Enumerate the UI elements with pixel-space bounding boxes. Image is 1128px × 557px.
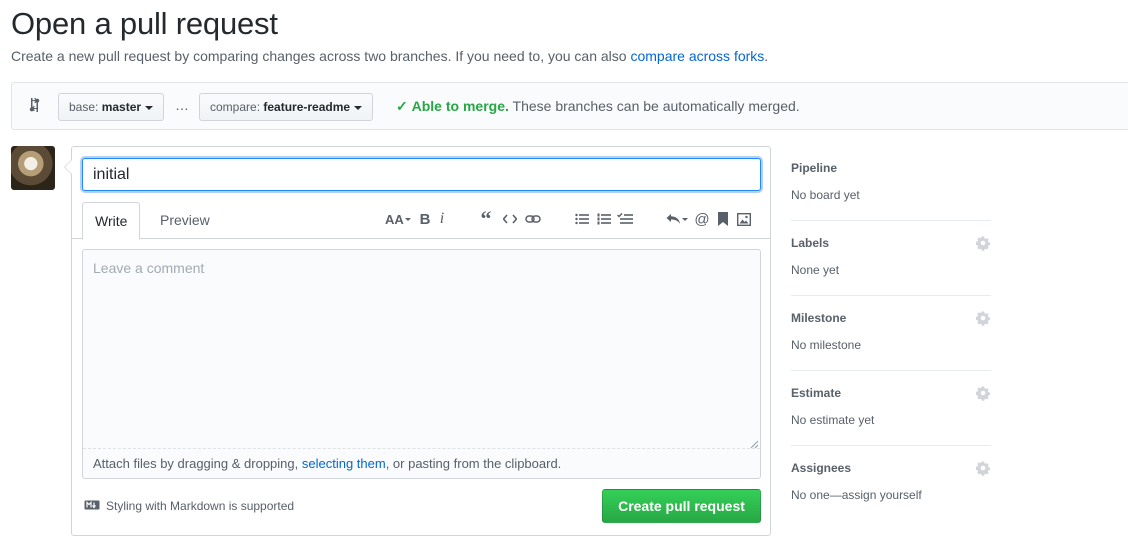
sidebar-value: None yet xyxy=(791,263,840,277)
assign-yourself-link[interactable]: No one—assign yourself xyxy=(791,488,922,502)
quote-icon[interactable]: “ xyxy=(478,206,494,231)
select-files-link[interactable]: selecting them xyxy=(302,456,386,471)
sidebar-heading: Pipeline xyxy=(791,161,838,175)
tab-write[interactable]: Write xyxy=(82,202,141,240)
sidebar-section-labels: Labels None yet xyxy=(791,221,991,296)
markdown-icon[interactable] xyxy=(84,499,100,513)
page-description-text: Create a new pull request by comparing c… xyxy=(11,48,627,64)
compare-branch-select[interactable]: compare: feature-readme xyxy=(199,93,374,121)
editor-tabs: Write Preview AA B i “ @ xyxy=(72,201,770,240)
resize-handle-icon[interactable] xyxy=(749,436,759,449)
sidebar-heading: Assignees xyxy=(791,461,852,475)
sidebar-value: No estimate yet xyxy=(791,413,875,427)
sidebar-heading: Estimate xyxy=(791,386,842,400)
create-pull-request-button[interactable]: Create pull request xyxy=(602,489,761,523)
check-icon: ✓ xyxy=(396,98,408,114)
page-title: Open a pull request xyxy=(11,6,278,41)
pr-title-input[interactable] xyxy=(82,158,761,191)
bookmark-icon[interactable] xyxy=(716,209,730,229)
range-separator: … xyxy=(175,97,189,113)
compare-across-forks-link[interactable]: compare across forks xyxy=(630,48,764,64)
page-description-end: . xyxy=(764,48,769,64)
merge-status: ✓ Able to merge. These branches can be a… xyxy=(396,98,800,115)
link-icon[interactable] xyxy=(524,209,542,229)
bold-icon[interactable]: B xyxy=(418,209,432,229)
sidebar-heading: Labels xyxy=(791,236,830,250)
svg-text:AA: AA xyxy=(385,212,404,226)
text-size-icon[interactable]: AA xyxy=(384,209,412,229)
base-branch-name: master xyxy=(101,100,142,114)
merge-ok-label: Able to merge. xyxy=(411,98,509,114)
reply-icon[interactable] xyxy=(666,209,688,229)
numbered-list-icon[interactable] xyxy=(596,209,612,229)
comment-textarea[interactable] xyxy=(83,250,760,448)
task-list-icon[interactable] xyxy=(616,209,634,229)
pull-request-composer: Write Preview AA B i “ @ xyxy=(64,146,771,536)
mention-icon[interactable]: @ xyxy=(694,209,710,229)
image-icon[interactable] xyxy=(736,209,752,229)
tab-preview[interactable]: Preview xyxy=(148,202,222,239)
gear-icon[interactable] xyxy=(975,235,991,251)
attach-text-end: , or pasting from the clipboard. xyxy=(385,456,562,471)
page-description: Create a new pull request by comparing c… xyxy=(11,48,768,64)
base-branch-select[interactable]: base: master xyxy=(58,93,165,121)
sidebar-section-estimate: Estimate No estimate yet xyxy=(791,371,991,446)
comment-box: Attach files by dragging & dropping, sel… xyxy=(82,249,761,479)
compare-arrows-icon xyxy=(27,96,43,114)
chevron-down-icon xyxy=(354,105,363,110)
gear-icon[interactable] xyxy=(975,460,991,476)
sidebar-value: No milestone xyxy=(791,338,862,352)
sidebar-section-pipeline: Pipeline No board yet xyxy=(791,146,991,221)
gear-icon[interactable] xyxy=(975,310,991,326)
markdown-note-text[interactable]: Styling with Markdown is supported xyxy=(106,499,294,513)
italic-icon[interactable]: i xyxy=(436,209,448,229)
compare-prefix: compare: xyxy=(210,100,261,114)
code-icon[interactable] xyxy=(502,209,518,229)
sidebar-section-assignees: Assignees No one—assign yourself xyxy=(791,446,991,521)
base-prefix: base: xyxy=(69,100,99,114)
merge-message: These branches can be automatically merg… xyxy=(512,98,800,114)
markdown-note: Styling with Markdown is supported xyxy=(84,499,294,513)
attach-text: Attach files by dragging & dropping, xyxy=(93,456,299,471)
sidebar-section-milestone: Milestone No milestone xyxy=(791,296,991,371)
compare-branch-name: feature-readme xyxy=(263,100,351,114)
sidebar-heading: Milestone xyxy=(791,311,847,325)
gear-icon[interactable] xyxy=(975,385,991,401)
chevron-down-icon xyxy=(145,105,154,110)
file-attach-bar[interactable]: Attach files by dragging & dropping, sel… xyxy=(83,448,760,478)
avatar xyxy=(11,146,55,190)
sidebar-value: No board yet xyxy=(791,188,860,202)
branch-range-bar: base: master … compare: feature-readme ✓… xyxy=(11,82,1128,130)
bulleted-list-icon[interactable] xyxy=(574,209,590,229)
